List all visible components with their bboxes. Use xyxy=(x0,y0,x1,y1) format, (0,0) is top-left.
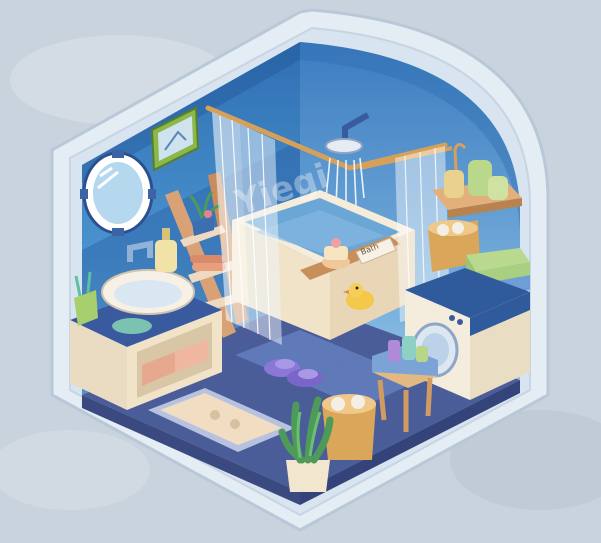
game-scene: Bath Yiegi xyxy=(0,0,601,543)
isometric-bathroom-scene: Bath Yiegi xyxy=(0,0,601,543)
soap-dish[interactable] xyxy=(112,318,152,334)
